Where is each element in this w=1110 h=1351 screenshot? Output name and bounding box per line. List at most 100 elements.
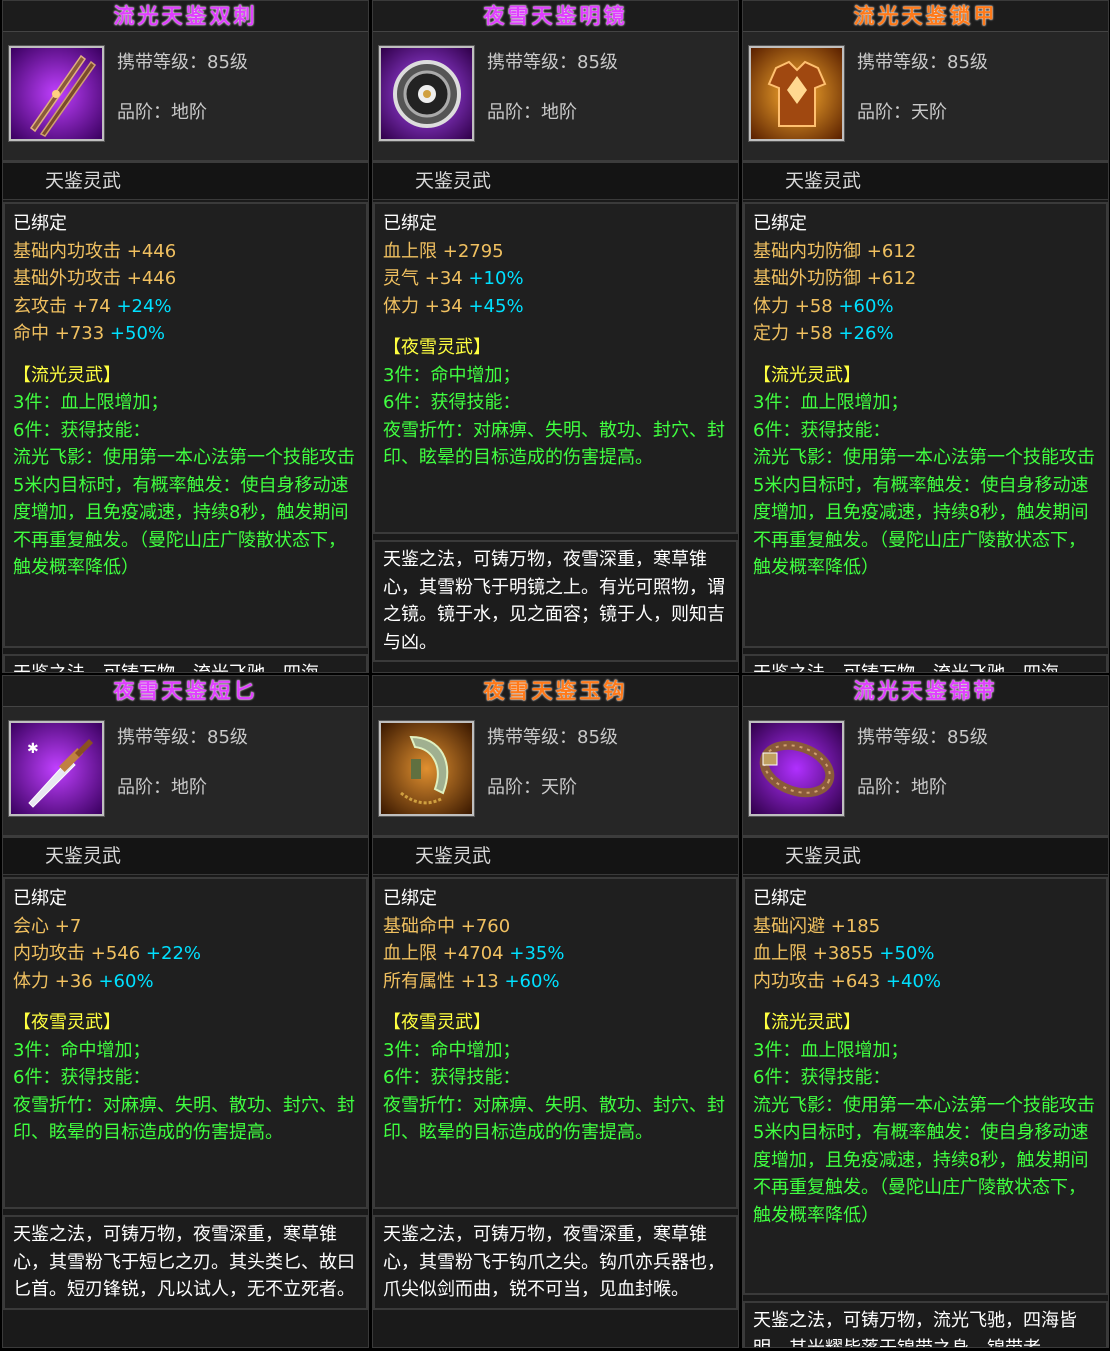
stat-row: 所有属性 +13 +60% <box>383 970 560 992</box>
item-card-jade-hook: 夜雪天鉴玉钩 携带等级：85级 品阶：天阶 天鉴灵武 已绑定 基础命中 +760… <box>372 675 739 1348</box>
item-grade: 品阶：地阶 <box>487 102 577 123</box>
item-title: 夜雪天鉴玉钩 <box>373 676 738 707</box>
set-name: 【夜雪灵武】 <box>13 1012 121 1033</box>
twin-daggers-icon[interactable] <box>9 46 104 141</box>
item-header: 携带等级：85级 品阶：地阶 <box>3 32 368 163</box>
svg-text:✱: ✱ <box>27 741 39 757</box>
set-bonus-6: 6件：获得技能： <box>383 392 521 413</box>
armor-icon[interactable] <box>749 46 844 141</box>
set-bonus-3: 3件：血上限增加； <box>13 392 169 413</box>
skill-description: 流光飞影：使用第一本心法第一个技能攻击5米内目标时，有概率触发：使自身移动速度增… <box>13 447 355 578</box>
stat-row: 定力 +58 +26% <box>753 323 894 344</box>
set-bonus-6: 6件：获得技能： <box>13 1067 151 1088</box>
item-title: 流光天鉴锁甲 <box>743 1 1108 32</box>
set-bonus-3: 3件：血上限增加； <box>753 392 909 413</box>
set-name: 【夜雪灵武】 <box>383 337 491 358</box>
lore-text: 天鉴之法，可铸万物，夜雪深重，寒草锥心，其雪粉飞于明镜之上。有光可照物，谓之镜。… <box>373 540 738 662</box>
carry-level: 携带等级：85级 <box>487 727 618 748</box>
stat-row: 血上限 +2795 <box>383 240 504 262</box>
stats-panel: 已绑定 基础内功防御 +612 基础外功防御 +612 体力 +58 +60% … <box>743 202 1108 648</box>
item-category: 天鉴灵武 <box>743 838 1108 875</box>
lore-text: 天鉴之法，可铸万物，夜雪深重，寒草锥心，其雪粉飞于短匕之刃。其头类匕、故曰匕首。… <box>3 1215 368 1310</box>
stat-row: 血上限 +3855 +50% <box>753 943 935 964</box>
item-card-mirror: 夜雪天鉴明镜 携带等级：85级 品阶：地阶 天鉴灵武 已绑定 血上限 +2795… <box>372 0 739 673</box>
stat-row: 基础外功攻击 +446 <box>13 268 177 289</box>
carry-level: 携带等级：85级 <box>857 727 988 748</box>
item-grade: 品阶：地阶 <box>857 777 947 798</box>
item-header: 携带等级：85级 品阶：天阶 <box>743 32 1108 163</box>
bound-status: 已绑定 <box>13 213 67 234</box>
dagger-icon[interactable]: ✱ <box>9 721 104 816</box>
skill-description: 流光飞影：使用第一本心法第一个技能攻击5米内目标时，有概率触发：使自身移动速度增… <box>753 1094 1095 1226</box>
skill-description: 流光飞影：使用第一本心法第一个技能攻击5米内目标时，有概率触发：使自身移动速度增… <box>753 447 1095 578</box>
item-header: 携带等级：85级 品阶：地阶 <box>743 707 1108 838</box>
stat-row: 内功攻击 +546 +22% <box>13 943 202 964</box>
skill-description: 夜雪折竹：对麻痹、失明、散功、封穴、封印、眩晕的目标造成的伤害提高。 <box>13 1094 355 1144</box>
stat-row: 血上限 +4704 +35% <box>383 943 565 964</box>
item-grid: 流光天鉴双刺 携带等级：85级 品阶：地阶 天鉴灵武 已绑定 基础内功攻击 +4… <box>0 0 1110 1351</box>
lore-text: 天鉴之法，可铸万物，流光飞驰，四海 <box>3 654 368 672</box>
stats-panel: 已绑定 基础命中 +760 血上限 +4704 +35% 所有属性 +13 +6… <box>373 877 738 1209</box>
stat-row: 玄攻击 +74 +24% <box>13 295 172 317</box>
stat-row: 基础内功攻击 +446 <box>13 240 177 262</box>
item-card-twin-daggers: 流光天鉴双刺 携带等级：85级 品阶：地阶 天鉴灵武 已绑定 基础内功攻击 +4… <box>2 0 369 673</box>
lore-text: 天鉴之法，可铸万物，夜雪深重，寒草锥心，其雪粉飞于钩爪之尖。钩爪亦兵器也，爪尖似… <box>373 1215 738 1310</box>
stats-panel: 已绑定 血上限 +2795 灵气 +34 +10% 体力 +34 +45% 【夜… <box>373 202 738 534</box>
bound-status: 已绑定 <box>13 888 67 909</box>
item-title: 夜雪天鉴明镜 <box>373 1 738 32</box>
carry-level: 携带等级：85级 <box>487 52 618 73</box>
set-bonus-3: 3件：命中增加； <box>383 364 521 386</box>
stat-row: 体力 +36 +60% <box>13 970 154 992</box>
item-grade: 品阶：天阶 <box>857 102 947 123</box>
stats-panel: 已绑定 会心 +7 内功攻击 +546 +22% 体力 +36 +60% 【夜雪… <box>3 877 368 1209</box>
item-category: 天鉴灵武 <box>373 838 738 875</box>
belt-icon[interactable] <box>749 721 844 816</box>
item-title: 流光天鉴双刺 <box>3 1 368 32</box>
set-bonus-3: 3件：命中增加； <box>13 1039 151 1061</box>
bound-status: 已绑定 <box>383 213 437 234</box>
set-name: 【流光灵武】 <box>753 1012 861 1033</box>
set-name: 【夜雪灵武】 <box>383 1012 491 1033</box>
item-title: 流光天鉴锦带 <box>743 676 1108 707</box>
item-title: 夜雪天鉴短匕 <box>3 676 368 707</box>
carry-level: 携带等级：85级 <box>117 52 248 73</box>
stats-panel: 已绑定 基础闪避 +185 血上限 +3855 +50% 内功攻击 +643 +… <box>743 877 1108 1295</box>
item-header: 携带等级：85级 品阶：天阶 <box>373 707 738 838</box>
skill-description: 夜雪折竹：对麻痹、失明、散功、封穴、封印、眩晕的目标造成的伤害提高。 <box>383 1094 725 1144</box>
stat-row: 会心 +7 <box>13 915 82 937</box>
mirror-icon[interactable] <box>379 46 474 141</box>
item-card-armor: 流光天鉴锁甲 携带等级：85级 品阶：天阶 天鉴灵武 已绑定 基础内功防御 +6… <box>742 0 1109 673</box>
bound-status: 已绑定 <box>753 888 807 909</box>
item-card-dagger: 夜雪天鉴短匕 ✱ 携带等级：85级 品阶：地阶 天鉴灵武 已绑定 会心 +7 内… <box>2 675 369 1348</box>
set-name: 【流光灵武】 <box>753 364 861 386</box>
lore-text: 天鉴之法，可铸万物，流光飞驰，四海皆明，其光耀皆落于锦带之身。锦带者 <box>743 1301 1108 1347</box>
stat-row: 体力 +58 +60% <box>753 295 894 317</box>
item-grade: 品阶：地阶 <box>117 777 207 798</box>
set-bonus-6: 6件：获得技能： <box>753 1067 891 1088</box>
stat-row: 内功攻击 +643 +40% <box>753 970 942 992</box>
jade-hook-icon[interactable] <box>379 721 474 816</box>
item-grade: 品阶：地阶 <box>117 102 207 123</box>
item-grade: 品阶：天阶 <box>487 777 577 798</box>
item-header: ✱ 携带等级：85级 品阶：地阶 <box>3 707 368 838</box>
item-category: 天鉴灵武 <box>373 163 738 200</box>
skill-description: 夜雪折竹：对麻痹、失明、散功、封穴、封印、眩晕的目标造成的伤害提高。 <box>383 419 725 469</box>
carry-level: 携带等级：85级 <box>117 727 248 748</box>
item-category: 天鉴灵武 <box>743 163 1108 200</box>
set-bonus-6: 6件：获得技能： <box>753 419 891 441</box>
set-bonus-6: 6件：获得技能： <box>13 419 151 441</box>
bound-status: 已绑定 <box>753 213 807 234</box>
stat-row: 基础闪避 +185 <box>753 915 881 937</box>
carry-level: 携带等级：85级 <box>857 52 988 73</box>
item-category: 天鉴灵武 <box>3 163 368 200</box>
set-bonus-6: 6件：获得技能： <box>383 1067 521 1088</box>
item-header: 携带等级：85级 品阶：地阶 <box>373 32 738 163</box>
item-category: 天鉴灵武 <box>3 838 368 875</box>
item-card-belt: 流光天鉴锦带 携带等级：85级 品阶：地阶 天鉴灵武 已绑定 基础闪避 +185… <box>742 675 1109 1348</box>
stats-panel: 已绑定 基础内功攻击 +446 基础外功攻击 +446 玄攻击 +74 +24%… <box>3 202 368 648</box>
stat-row: 命中 +733 +50% <box>13 323 166 344</box>
stat-row: 体力 +34 +45% <box>383 295 524 317</box>
set-bonus-3: 3件：命中增加； <box>383 1039 521 1061</box>
set-bonus-3: 3件：血上限增加； <box>753 1039 909 1061</box>
stat-row: 基础内功防御 +612 <box>753 240 917 262</box>
